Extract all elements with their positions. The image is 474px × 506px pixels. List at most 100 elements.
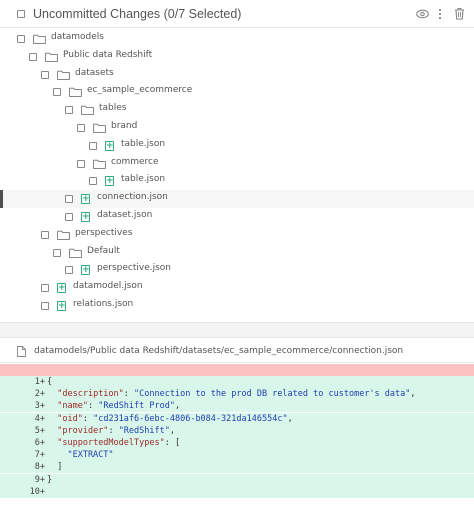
tree-file-row[interactable]: + datamodel.json [0,279,474,297]
trash-icon[interactable] [454,7,465,20]
code-text: "oid": "cd231af6-6ebc-4806-b084-321da146… [57,413,293,424]
tree-folder-row[interactable]: Default [0,244,474,262]
added-file-icon: + [81,265,90,276]
line-number: 7+ [34,450,45,461]
added-file-icon: + [57,283,66,294]
line-number: 5+ [34,425,45,436]
tree-file-row[interactable]: + dataset.json [0,208,474,226]
tree-item-label: relations.json [73,299,134,309]
tree-folder-row[interactable]: perspectives [0,226,474,244]
code-text: "description": "Connection to the prod D… [57,389,416,400]
code-text: ] [47,461,62,473]
tree-folder-row[interactable]: tables [0,101,474,119]
json-punctuation: , [410,389,416,400]
json-string-value: "RedShift" [118,425,170,436]
json-string-value: "cd231af6-6ebc-4806-b084-321da146554c" [93,413,288,424]
folder-icon [69,88,82,98]
tree-folder-row[interactable]: datasets [0,66,474,84]
diff-file-path: datamodels/Public data Redshift/datasets… [34,346,404,356]
code-fragment: } [47,474,53,485]
added-file-icon: + [105,140,114,151]
panel-divider[interactable] [0,322,474,338]
tree-item-label: Default [87,245,120,256]
line-number: 10+ [29,486,45,497]
tree-item-label: datamodels [51,32,104,42]
panel-header: Uncommitted Changes (0/7 Selected) [0,0,474,28]
tree-folder-row[interactable]: commerce [0,155,474,173]
row-checkbox[interactable] [89,141,97,150]
row-checkbox[interactable] [53,88,61,97]
folder-icon [69,248,82,258]
tree-item-label: table.json [121,138,166,149]
row-checkbox[interactable] [17,35,25,43]
selection-indicator [0,190,3,209]
tree-folder-row[interactable]: brand [0,119,474,137]
row-checkbox[interactable] [65,195,73,204]
diff-added-line: 1+{ [0,376,474,388]
json-punctuation: , [287,413,293,424]
line-number: 8+ [34,462,45,473]
tree-item-label: perspective.json [97,263,171,274]
row-checkbox[interactable] [41,230,49,239]
added-file-icon: + [81,212,90,222]
tree-item-label: tables [99,103,127,114]
line-number: 1+ [34,377,45,387]
tree-item-label: ec_sample_ecommerce [87,85,193,96]
select-all-checkbox[interactable] [17,10,25,18]
tree-item-label: table.json [121,174,166,185]
json-key: "supportedModelTypes" [57,438,165,448]
json-key: "description" [57,389,124,400]
row-checkbox[interactable] [29,52,37,61]
tree-folder-row[interactable]: Public data Redshift [0,48,474,66]
tree-item-label: datamodel.json [73,281,143,292]
added-file-icon: + [57,301,66,311]
row-checkbox[interactable] [41,302,49,310]
added-file-icon: + [81,194,90,205]
file-icon [17,346,26,357]
json-punctuation: , [169,425,175,436]
json-key: "provider" [57,425,109,436]
line-number: 4+ [34,413,45,424]
diff-added-line: 2+ "description": "Connection to the pro… [0,388,474,401]
row-checkbox[interactable] [65,213,73,221]
diff-added-line: 10+ [0,485,474,498]
row-checkbox[interactable] [89,177,97,186]
tree-file-row[interactable]: + table.json [0,172,474,190]
row-checkbox[interactable] [65,266,73,275]
folder-icon [81,105,94,116]
tree-item-label: connection.json [97,192,168,203]
diff-file-header: datamodels/Public data Redshift/datasets… [0,339,474,363]
tree-folder-row[interactable]: datamodels [0,30,474,48]
row-checkbox[interactable] [53,248,61,257]
diff-added-line: 6+ "supportedModelTypes": [ [0,437,474,449]
folder-icon [33,34,46,44]
tree-item-label: Public data Redshift [63,49,153,60]
diff-added-line: 9+} [0,473,474,486]
row-checkbox[interactable] [41,284,49,293]
row-checkbox[interactable] [65,106,73,115]
code-text: "provider": "RedShift", [57,425,175,436]
tree-file-row[interactable]: + relations.json [0,297,474,315]
tree-item-label: brand [111,121,138,131]
tree-file-row[interactable]: + perspective.json [0,261,474,279]
code-fragment: ] [47,462,63,473]
row-checkbox[interactable] [77,124,85,132]
tree-item-label: dataset.json [97,210,153,220]
json-punctuation: , [174,401,181,412]
kebab-menu-icon[interactable] [438,8,442,20]
json-key: "name" [57,401,88,412]
panel-title: Uncommitted Changes (0/7 Selected) [33,7,242,21]
line-number: 9+ [34,474,45,485]
tree-file-row[interactable]: + table.json [0,137,474,155]
row-checkbox[interactable] [77,159,85,168]
eye-icon[interactable] [416,9,429,19]
uncommitted-changes-panel: Uncommitted Changes (0/7 Selected) datam… [0,0,474,506]
row-checkbox[interactable] [41,70,49,79]
line-number: 3+ [34,401,45,412]
code-text: "name": "RedShift Prod", [57,401,181,412]
tree-file-row[interactable]: + connection.json [0,190,474,209]
folder-icon [57,70,70,80]
tree-folder-row[interactable]: ec_sample_ecommerce [0,83,474,101]
tree-item-label: commerce [111,156,159,167]
line-number: 6+ [34,438,45,448]
